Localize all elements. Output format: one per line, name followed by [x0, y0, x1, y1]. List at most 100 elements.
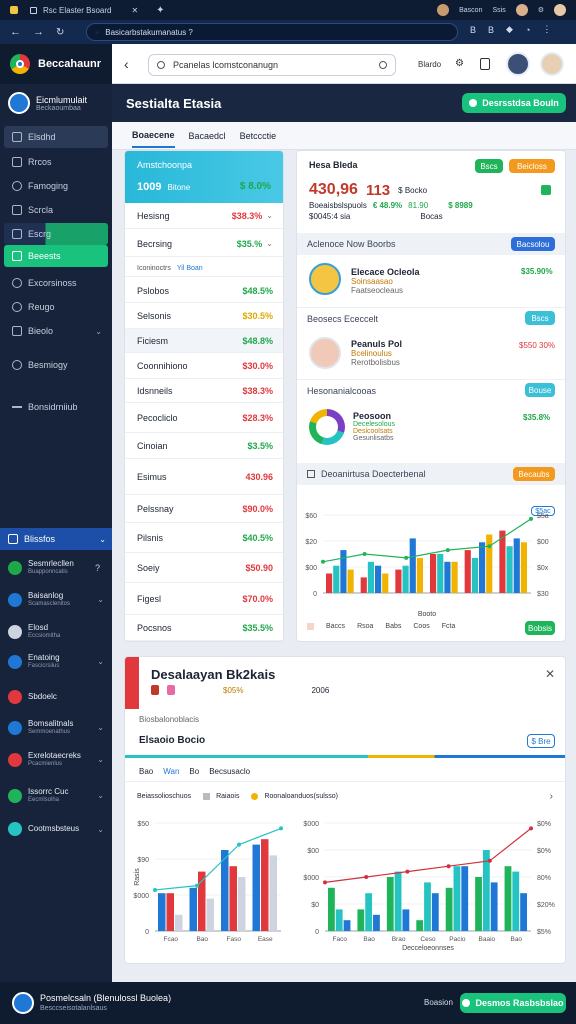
metric-row[interactable]: Figesl $70.0%	[125, 583, 283, 615]
filter-item[interactable]: Wan	[163, 767, 179, 776]
reload-icon[interactable]: ↻	[56, 27, 64, 38]
profile-name-1: Bascon	[459, 6, 483, 14]
section-button[interactable]: Bacsolou	[511, 237, 555, 251]
section-button[interactable]: Bscs	[525, 311, 555, 325]
metric-row[interactable]: Pecocliclo $28.3%	[125, 403, 283, 433]
avatar	[309, 337, 341, 369]
filter-item[interactable]: Becsusaclo	[209, 767, 250, 776]
sidebar-item[interactable]: Famoging	[4, 175, 108, 197]
tab-item[interactable]: Boaecene	[132, 124, 175, 148]
metric-value: $35.5%	[242, 622, 273, 633]
metric-row[interactable]: Hesisng $38.3% ⌄	[125, 203, 283, 229]
new-tab-icon[interactable]: ✦	[156, 5, 164, 16]
window-avatar[interactable]	[554, 4, 566, 16]
notification-icon[interactable]	[480, 58, 490, 70]
extensions-icon[interactable]: ◆	[506, 24, 513, 35]
sidebar-item[interactable]: Escrg	[4, 223, 108, 245]
history-icon[interactable]: ◔	[525, 25, 530, 35]
sidebar-item[interactable]: Excorsinoss	[4, 272, 108, 294]
section-action-button[interactable]: $ Bre	[527, 734, 555, 748]
metric-row[interactable]: Becrsing $35.% ⌄	[125, 231, 283, 257]
header-link[interactable]: Blardo	[418, 60, 441, 69]
avatar[interactable]	[437, 4, 450, 16]
secondary-avatar[interactable]	[540, 52, 564, 76]
metric-row[interactable]: Selsonis $30.5%	[125, 303, 283, 329]
download-icon[interactable]: B	[488, 25, 494, 35]
sidebar-lower-item[interactable]: Enatoing Fascicrsilus ⌄	[8, 653, 108, 669]
tab-close-icon[interactable]: ✕	[131, 6, 138, 15]
filter-item[interactable]: Bao	[139, 767, 153, 776]
sidebar-item[interactable]: Besmiogy	[4, 354, 108, 376]
status-green-button[interactable]: Bscs	[475, 159, 503, 173]
chevron-right-icon[interactable]: ›	[550, 791, 553, 802]
close-icon[interactable]: ✕	[545, 667, 555, 681]
profile-subtitle: Beckaoumbaa	[36, 104, 81, 112]
metric-row[interactable]: Pocsnos $35.5%	[125, 615, 283, 641]
sidebar-item[interactable]: Bieolo ⌄	[4, 320, 108, 342]
sidebar-section-header[interactable]: Blissfos ⌄	[0, 528, 112, 550]
bar	[512, 871, 520, 931]
sidebar-item[interactable]: Reugo	[4, 296, 108, 318]
sidebar-item[interactable]: Bonsidrniiub	[4, 396, 108, 418]
footer-link[interactable]: Boasion	[424, 998, 453, 1007]
url-field[interactable]: 🔒︎ Basicarbstakumanatus ?	[86, 23, 458, 41]
user-avatar[interactable]	[506, 52, 530, 76]
item-subtitle: Eecmlsolha	[28, 796, 60, 803]
metric-row[interactable]: Pelssnay $90.0%	[125, 495, 283, 523]
subsection-link[interactable]: Yil Boan	[177, 265, 203, 272]
trend-point	[364, 875, 369, 879]
browser-tab[interactable]: Rsc Elaster Bsoard ✕	[30, 6, 138, 15]
sidebar-lower-item[interactable]: Issorrc Cuc Eecmlsolha ⌄	[8, 787, 108, 803]
section-button[interactable]: Bouse	[525, 383, 555, 397]
sidebar-lower-item[interactable]: Baisanlog Scamasclenitos ⌄	[8, 591, 108, 607]
sidebar-lower-item[interactable]: Bomsalitnals Semmoenathus ⌄	[8, 719, 108, 735]
bar	[461, 866, 469, 931]
footer-button[interactable]: Desmos Rasbsbslao	[460, 993, 566, 1013]
sidebar-item-label: Bieolo	[28, 326, 54, 336]
metric-row[interactable]: Soeiy $50.90	[125, 553, 283, 583]
status-orange-button[interactable]: Beicloss	[509, 159, 555, 173]
back-icon[interactable]: ‹	[124, 56, 129, 72]
sidebar-item[interactable]: Beeests	[4, 245, 108, 267]
trend-line	[324, 827, 532, 883]
metric-row[interactable]: Ficiesm $48.8%	[125, 329, 283, 353]
bookmark-icon[interactable]: B	[470, 25, 476, 35]
sidebar-profile[interactable]: Eicmlumulait Beckaoumbaa	[8, 92, 87, 114]
kpi-meta-2: $0045:4 sia	[309, 212, 351, 221]
sidebar-item-label: Scrcla	[28, 205, 54, 215]
metric-row[interactable]: Esimus 430.96	[125, 459, 283, 495]
y-tick-label: $60	[305, 513, 317, 520]
brand[interactable]: Beccahaunr	[0, 44, 112, 84]
forward-arrow-icon[interactable]: →	[33, 26, 44, 38]
settings-icon[interactable]: ⚙	[455, 58, 464, 69]
filter-item[interactable]: Bo	[189, 767, 199, 776]
search-input[interactable]: Pcanelas lcomstconanugn	[148, 54, 396, 76]
extension-icon[interactable]: ⚙	[538, 6, 544, 14]
sidebar-item[interactable]: Elsdhd	[4, 126, 108, 148]
menu-icon[interactable]: ⋮	[542, 24, 551, 35]
primary-action-button[interactable]: Desrsstdsa Bouln	[462, 93, 566, 113]
sidebar-lower-item[interactable]: Sesmrlecllen Buapponncatis?	[8, 559, 108, 575]
sidebar-lower-item[interactable]: Elosd Eccsiomitha	[8, 623, 108, 639]
brand-name: Beccahaunr	[38, 58, 101, 70]
sidebar-item[interactable]: Scrcla	[4, 199, 108, 221]
avatar[interactable]	[515, 4, 528, 16]
metric-row[interactable]: Coonnihiono $30.0%	[125, 353, 283, 379]
tab-item[interactable]: Betccctie	[240, 131, 277, 141]
y-tick-label: 0	[145, 929, 149, 936]
tab-item[interactable]: Bacaedcl	[189, 131, 226, 141]
metric-row[interactable]: Pslobos $48.5%	[125, 279, 283, 303]
sidebar-lower-item[interactable]: Exrelotaecreks Pcacmienlus ⌄	[8, 751, 108, 767]
item-title: Cootmsbsteus	[28, 823, 80, 833]
sidebar-item[interactable]: Rrcos	[4, 151, 108, 173]
metric-row[interactable]: Cinoian $3.5%	[125, 433, 283, 459]
chart-section-button[interactable]: Becaubs	[513, 467, 555, 481]
chart-action-button[interactable]: Bobsis	[525, 621, 555, 635]
sidebar-lower-item[interactable]: Sbdoelc	[8, 690, 108, 704]
back-arrow-icon[interactable]: ←	[10, 26, 21, 38]
metric-row[interactable]: Pilsnis $40.5%	[125, 523, 283, 553]
sidebar-lower-item[interactable]: Cootmsbsteus ⌄	[8, 822, 108, 836]
search-submit-icon[interactable]	[379, 61, 387, 69]
legend-swatch	[307, 623, 314, 630]
metric-row[interactable]: Idsnneils $38.3%	[125, 379, 283, 403]
